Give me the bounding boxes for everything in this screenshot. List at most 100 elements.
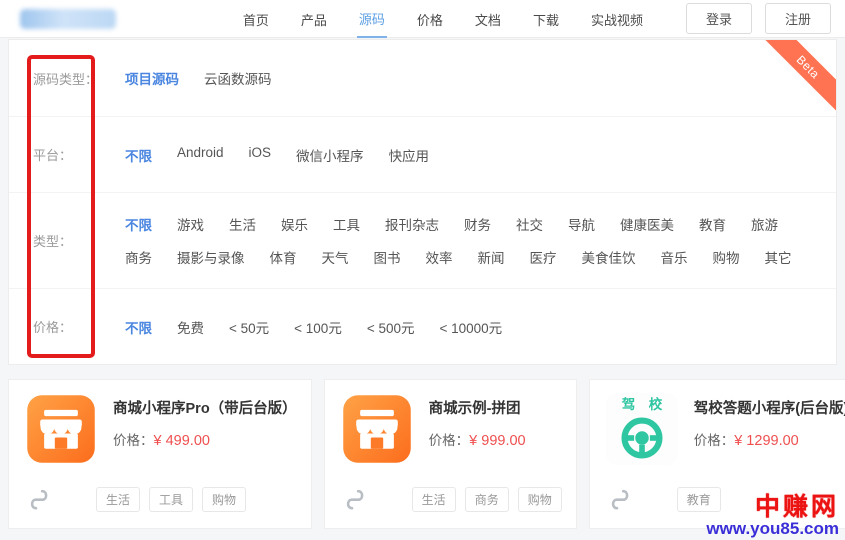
filter-option[interactable]: 效率 <box>426 247 453 267</box>
filter-option[interactable]: 微信小程序 <box>296 145 364 165</box>
category-tag[interactable]: 生活 <box>96 487 140 512</box>
filter-option[interactable]: 图书 <box>374 247 401 267</box>
filter-option[interactable]: 娱乐 <box>281 214 308 234</box>
filter-options: 项目源码 云函数源码 <box>125 60 272 96</box>
filter-option[interactable]: 免费 <box>177 317 204 337</box>
card-info: 商城小程序Pro（带后台版） 价格：¥ 499.00 <box>113 393 297 465</box>
register-button[interactable]: 注册 <box>765 3 831 34</box>
filter-option[interactable]: 报刊杂志 <box>385 214 439 234</box>
driving-school-icon: 驾 校 <box>606 393 678 465</box>
filter-option[interactable]: 快应用 <box>389 145 430 165</box>
filter-option[interactable]: 项目源码 <box>125 68 179 88</box>
category-tag[interactable]: 购物 <box>518 487 562 512</box>
filter-option[interactable]: Android <box>177 145 224 165</box>
filter-option[interactable]: < 100元 <box>294 317 342 337</box>
filter-option[interactable]: 云函数源码 <box>204 68 272 88</box>
filter-option[interactable]: < 10000元 <box>440 317 503 337</box>
category-tag[interactable]: 购物 <box>202 487 246 512</box>
product-card[interactable]: 商城示例-拼团 价格：¥ 999.00 生活商务购物 <box>324 379 577 529</box>
filter-options: 不限 Android iOS 微信小程序 快应用 <box>125 137 429 173</box>
filter-option[interactable]: iOS <box>249 145 272 165</box>
product-card-list: 商城小程序Pro（带后台版） 价格：¥ 499.00 生活工具购物 <box>8 379 837 529</box>
filter-row: 价格： 不限免费< 50元< 100元< 500元< 10000元 <box>9 288 836 364</box>
card-footer: 教育 <box>590 487 845 528</box>
filter-option[interactable]: 健康医美 <box>620 214 674 234</box>
filter-option[interactable]: 旅游 <box>751 214 778 234</box>
filter-option[interactable]: 音乐 <box>661 247 688 267</box>
filter-options: 不限 游戏 生活 娱乐 工具 报刊杂志 财务 社交 导航 健康医美 教育 旅游商务 摄影与录像 体育 天气 图… <box>125 206 825 275</box>
price-value: ¥ 499.00 <box>154 433 210 449</box>
filter-option[interactable]: 财务 <box>464 214 491 234</box>
nav-item-文档[interactable]: 文档 <box>473 0 503 37</box>
filter-label: 源码类型： <box>33 69 125 88</box>
app-icon <box>341 393 413 465</box>
product-title[interactable]: 驾校答题小程序(后台版) <box>694 397 845 418</box>
filter-option[interactable]: 商务 <box>125 247 152 267</box>
filter-option[interactable]: 生活 <box>229 214 256 234</box>
link-icon[interactable] <box>345 488 365 512</box>
nav-item-首页[interactable]: 首页 <box>241 0 271 37</box>
filter-option[interactable]: 购物 <box>713 247 740 267</box>
product-title[interactable]: 商城示例-拼团 <box>429 397 526 418</box>
filter-option[interactable]: < 500元 <box>367 317 415 337</box>
filter-option[interactable]: 美食佳饮 <box>582 247 636 267</box>
filter-option[interactable]: 新闻 <box>478 247 505 267</box>
filter-option[interactable]: 摄影与录像 <box>177 247 245 267</box>
filter-option[interactable]: 工具 <box>333 214 360 234</box>
link-icon[interactable] <box>610 488 630 512</box>
link-icon[interactable] <box>29 488 49 512</box>
filter-option[interactable]: 不限 <box>125 214 152 234</box>
nav-item-下载[interactable]: 下载 <box>531 0 561 37</box>
store-icon <box>341 393 413 465</box>
tag-list: 教育 <box>677 487 721 512</box>
product-title[interactable]: 商城小程序Pro（带后台版） <box>113 397 297 418</box>
filter-panel: Beta 源码类型： 项目源码云函数源码 平台： 不限AndroidiOS微信小… <box>8 39 837 365</box>
filter-label: 平台： <box>33 145 125 164</box>
price-label: 价格： <box>694 433 735 448</box>
filter-rows: 源码类型： 项目源码 云函数源码 平台： 不限 Android iOS 微信小程序 快应用… <box>9 40 836 364</box>
card-main: 驾 校 驾校答题小程序(后台版) 价格：¥ 1299.00 <box>590 380 845 465</box>
price-value: ¥ 999.00 <box>469 433 525 449</box>
card-info: 驾校答题小程序(后台版) 价格：¥ 1299.00 <box>694 393 845 465</box>
nav-item-价格[interactable]: 价格 <box>415 0 445 37</box>
product-price: 价格：¥ 499.00 <box>113 429 297 449</box>
filter-option[interactable]: 医疗 <box>530 247 557 267</box>
filter-option[interactable]: 社交 <box>516 214 543 234</box>
price-label: 价格： <box>113 433 154 448</box>
filter-option[interactable]: 其它 <box>765 247 792 267</box>
category-tag[interactable]: 商务 <box>465 487 509 512</box>
product-price: 价格：¥ 1299.00 <box>694 429 845 449</box>
app-icon <box>25 393 97 465</box>
filter-option[interactable]: 不限 <box>125 317 152 337</box>
page: 首页产品源码价格文档下载实战视频 登录 注册 Beta 源码类型： 项目源码云函… <box>0 0 845 540</box>
svg-text:驾: 驾 <box>620 396 635 412</box>
main-nav: 首页产品源码价格文档下载实战视频 <box>241 0 673 38</box>
card-footer: 生活商务购物 <box>325 487 576 528</box>
price-label: 价格： <box>429 433 470 448</box>
filter-option[interactable]: 天气 <box>322 247 349 267</box>
card-info: 商城示例-拼团 价格：¥ 999.00 <box>429 393 526 465</box>
card-main: 商城小程序Pro（带后台版） 价格：¥ 499.00 <box>9 380 311 465</box>
filter-option[interactable]: 导航 <box>568 214 595 234</box>
nav-item-源码[interactable]: 源码 <box>357 0 387 38</box>
filter-option[interactable]: 教育 <box>699 214 726 234</box>
filter-option[interactable]: 不限 <box>125 145 152 165</box>
login-button[interactable]: 登录 <box>686 3 752 34</box>
card-main: 商城示例-拼团 价格：¥ 999.00 <box>325 380 576 465</box>
site-logo[interactable] <box>20 9 116 29</box>
filter-row: 类型： 不限 游戏 生活 娱乐 工具 报刊杂志 财务 社交 导航 健康医美 教育 旅游商务 摄影与录像 体… <box>9 192 836 288</box>
filter-option[interactable]: 体育 <box>270 247 297 267</box>
filter-option[interactable]: 游戏 <box>177 214 204 234</box>
category-tag[interactable]: 教育 <box>677 487 721 512</box>
nav-item-产品[interactable]: 产品 <box>299 0 329 37</box>
filter-row: 平台： 不限 Android iOS 微信小程序 快应用 <box>9 116 836 192</box>
tag-list: 生活工具购物 <box>96 487 246 512</box>
product-card[interactable]: 驾 校 驾校答题小程序(后台版) 价格：¥ 1299.00 教育 <box>589 379 845 529</box>
filter-label: 类型： <box>33 231 125 250</box>
product-card[interactable]: 商城小程序Pro（带后台版） 价格：¥ 499.00 生活工具购物 <box>8 379 312 529</box>
app-icon: 驾 校 <box>606 393 678 465</box>
category-tag[interactable]: 生活 <box>412 487 456 512</box>
category-tag[interactable]: 工具 <box>149 487 193 512</box>
filter-option[interactable]: < 50元 <box>229 317 269 337</box>
nav-item-实战视频[interactable]: 实战视频 <box>589 0 645 37</box>
